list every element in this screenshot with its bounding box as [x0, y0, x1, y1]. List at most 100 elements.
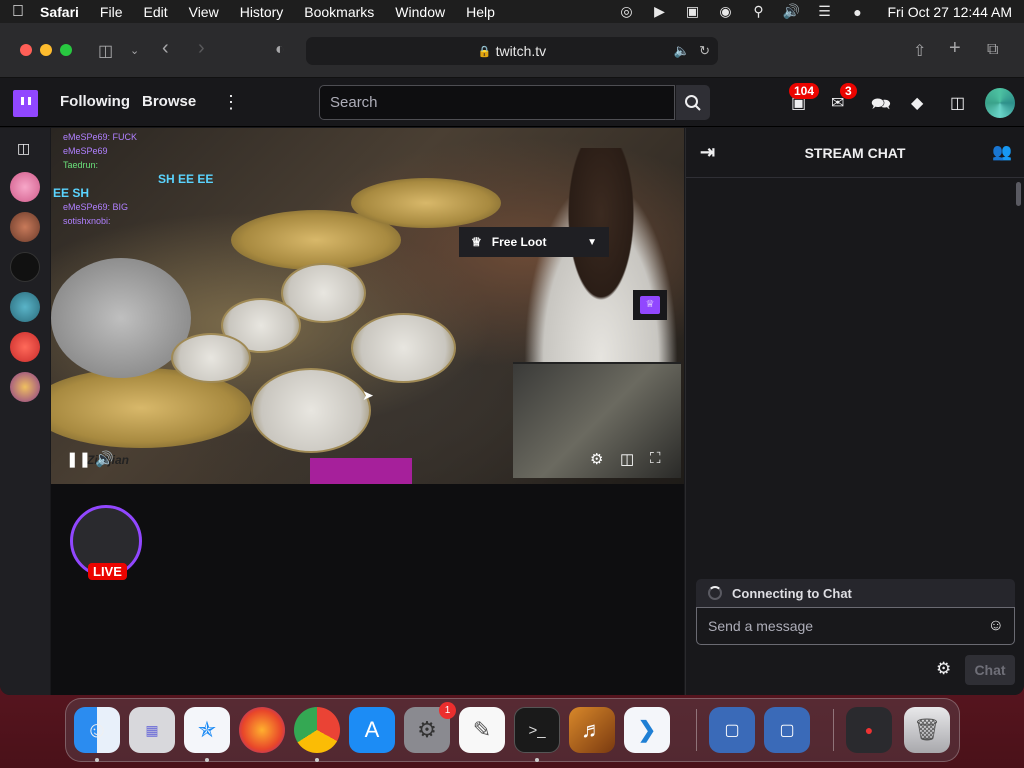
- chat-message-input[interactable]: Send a message ☺: [696, 607, 1015, 645]
- virtualbox-icon[interactable]: ▢: [764, 707, 810, 753]
- settings-update-badge: 1: [439, 702, 456, 719]
- tab-overview-icon[interactable]: ⧉: [987, 41, 998, 59]
- chrome-icon[interactable]: [294, 707, 340, 753]
- chat-connecting-status: Connecting to Chat: [696, 579, 1015, 607]
- emote-picker-icon[interactable]: ☺: [988, 617, 1004, 635]
- twitch-top-nav: Following Browse ⋮ Search ▣ 104 ✉ 3 🗪 ◆ …: [0, 78, 1024, 127]
- search-icon: [685, 94, 701, 111]
- overlay-chat-line: eMeSPe69: FUCK: [63, 132, 138, 142]
- channel-info-area: LIVE: [51, 484, 684, 695]
- firefox-icon[interactable]: [239, 707, 285, 753]
- followed-channel-avatar[interactable]: [10, 292, 40, 322]
- menu-edit[interactable]: Edit: [143, 4, 167, 20]
- macos-dock: ☺ ▦ ✯ A ⚙ 1 ✎ >_ ♬ ❯ ▢ ▢ ● 🗑: [65, 698, 960, 762]
- search-button[interactable]: [676, 85, 710, 120]
- followed-channel-avatar[interactable]: [10, 372, 40, 402]
- menu-bookmarks[interactable]: Bookmarks: [304, 4, 374, 20]
- control-center-icon[interactable]: ☰: [816, 3, 834, 20]
- chat-send-button[interactable]: Chat: [965, 655, 1015, 685]
- chrome-web-app-icon[interactable]: ●: [846, 707, 892, 753]
- user-avatar[interactable]: [985, 88, 1015, 118]
- menu-window[interactable]: Window: [395, 4, 445, 20]
- menu-help[interactable]: Help: [466, 4, 495, 20]
- minimize-window-button[interactable]: [40, 44, 52, 56]
- pause-button[interactable]: ❚❚: [66, 450, 91, 468]
- close-window-button[interactable]: [20, 44, 32, 56]
- virtualbox-icon[interactable]: ▢: [709, 707, 755, 753]
- menu-file[interactable]: File: [100, 4, 123, 20]
- garageband-icon[interactable]: ♬: [569, 707, 615, 753]
- prime-crown-button[interactable]: ♕: [633, 290, 667, 320]
- vscode-icon[interactable]: ❯: [624, 707, 670, 753]
- finder-icon[interactable]: ☺: [74, 707, 120, 753]
- inbox-badge: 3: [840, 83, 857, 99]
- community-users-icon[interactable]: 👥: [992, 142, 1012, 162]
- settings-gear-icon[interactable]: ⚙: [590, 450, 603, 468]
- theatre-mode-icon[interactable]: ◫: [620, 450, 634, 468]
- app-running-indicator: [315, 758, 319, 762]
- spotlight-search-icon[interactable]: ⚲: [750, 3, 768, 20]
- reload-icon[interactable]: ↻: [699, 43, 710, 59]
- zoom-window-button[interactable]: [60, 44, 72, 56]
- play-icon[interactable]: ▶: [651, 3, 669, 20]
- back-button[interactable]: ‹: [162, 37, 169, 60]
- dock-separator: [696, 709, 697, 751]
- whispers-icon[interactable]: 🗪: [871, 93, 891, 120]
- prime-loot-icon[interactable]: ◆: [911, 93, 923, 113]
- menubar-clock[interactable]: Fri Oct 27 12:44 AM: [888, 4, 1013, 20]
- address-bar[interactable]: 🔒 twitch.tv 🔈 ↻: [306, 37, 718, 65]
- overlay-chat-line: SH EE EE: [158, 172, 214, 186]
- sidebar-toggle-icon[interactable]: ◫: [98, 41, 113, 61]
- chevron-down-icon[interactable]: ⌄: [130, 44, 139, 57]
- free-loot-banner[interactable]: ♕ Free Loot ▼: [459, 227, 609, 257]
- chat-settings-gear-icon[interactable]: ⚙: [936, 659, 951, 679]
- followed-channel-avatar[interactable]: [10, 252, 40, 282]
- mouse-cursor-icon: ➤: [362, 387, 374, 403]
- volume-button[interactable]: 🔊: [95, 450, 114, 468]
- lock-icon: 🔒: [477, 45, 492, 58]
- live-badge: LIVE: [88, 563, 127, 580]
- app-running-indicator: [95, 758, 99, 762]
- menu-app-name[interactable]: Safari: [40, 4, 79, 20]
- camera-icon[interactable]: ◫: [17, 140, 30, 157]
- collapse-chat-icon[interactable]: ⇥: [700, 142, 715, 163]
- browse-link[interactable]: Browse: [142, 93, 196, 110]
- followed-channel-avatar[interactable]: [10, 212, 40, 242]
- launchpad-icon[interactable]: ▦: [129, 707, 175, 753]
- app-store-icon[interactable]: A: [349, 707, 395, 753]
- notifications-badge: 104: [789, 83, 820, 99]
- safari-icon[interactable]: ✯: [184, 707, 230, 753]
- video-player[interactable]: eMeSPe69: FUCK eMeSPe69 Taedrun: SH EE E…: [51, 128, 684, 484]
- audio-playing-icon[interactable]: 🔈: [674, 43, 690, 59]
- forward-button[interactable]: ›: [198, 37, 205, 60]
- trash-icon[interactable]: 🗑: [904, 707, 950, 753]
- menu-view[interactable]: View: [189, 4, 219, 20]
- system-settings-icon[interactable]: ⚙ 1: [404, 702, 456, 753]
- privacy-shield-icon[interactable]: ◐: [275, 41, 285, 59]
- terminal-icon[interactable]: >_: [514, 707, 560, 753]
- following-link[interactable]: Following: [60, 93, 130, 110]
- apple-icon[interactable]: : [12, 3, 40, 21]
- twitch-logo-icon[interactable]: [13, 90, 38, 117]
- followed-channel-avatar[interactable]: [10, 332, 40, 362]
- chat-scrollbar[interactable]: [1016, 182, 1021, 206]
- overlay-chat-line: EE SH: [53, 186, 90, 200]
- share-icon[interactable]: ⇧: [913, 41, 926, 61]
- screen-mirroring-icon[interactable]: ▣: [684, 3, 702, 20]
- more-menu-icon[interactable]: ⋮: [222, 92, 240, 113]
- siri-icon[interactable]: ●: [849, 4, 867, 20]
- menu-history[interactable]: History: [240, 4, 284, 20]
- new-tab-button[interactable]: +: [949, 37, 961, 60]
- fullscreen-icon[interactable]: ⛶: [650, 450, 661, 467]
- bits-icon[interactable]: ◫: [950, 93, 965, 113]
- free-loot-label: Free Loot: [491, 235, 547, 249]
- drum-shape: [251, 368, 371, 453]
- url-text: twitch.tv: [495, 43, 547, 59]
- textedit-icon[interactable]: ✎: [459, 707, 505, 753]
- followed-channels-sidebar: ◫: [0, 128, 50, 695]
- creative-cloud-icon[interactable]: ◎: [618, 3, 636, 20]
- followed-channel-avatar[interactable]: [10, 172, 40, 202]
- search-input[interactable]: Search: [319, 85, 675, 120]
- volume-icon[interactable]: 🔊: [783, 3, 801, 20]
- airdrop-icon[interactable]: ◉: [717, 3, 735, 20]
